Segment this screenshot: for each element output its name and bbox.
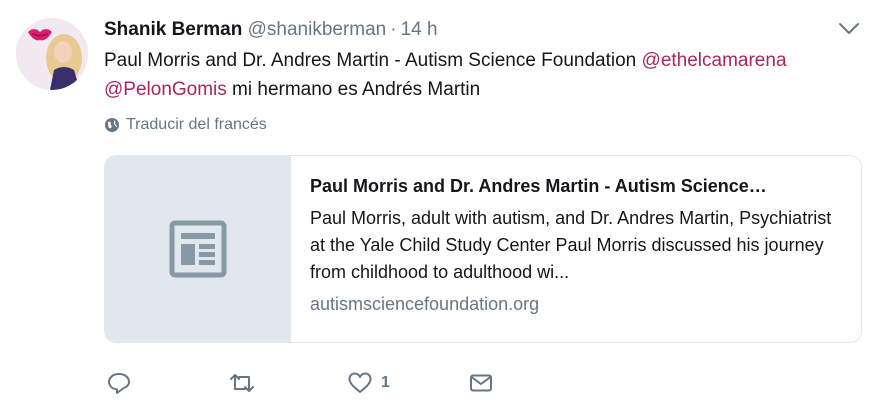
- tweet-actions: 1: [104, 370, 524, 400]
- reply-icon: [108, 373, 130, 394]
- card-title[interactable]: Paul Morris and Dr. Andres Martin - Auti…: [310, 172, 850, 200]
- more-options-button[interactable]: [838, 22, 860, 36]
- chevron-down-icon: [839, 23, 859, 34]
- translate-label: Traducir del francés: [126, 116, 267, 133]
- tweet-text-part2: mi hermano es Andrés Martin: [226, 79, 481, 100]
- card-thumbnail: [105, 156, 291, 342]
- author-name[interactable]: Shanik Berman: [104, 19, 242, 40]
- avatar-image: [16, 18, 88, 90]
- globe-icon: [105, 118, 119, 132]
- like-button[interactable]: 1: [347, 370, 390, 396]
- direct-message-icon: [470, 374, 492, 392]
- link-card[interactable]: Paul Morris and Dr. Andres Martin - Auti…: [104, 155, 862, 343]
- article-icon: [169, 220, 227, 278]
- retweet-icon: [230, 374, 254, 392]
- separator-dot: ·: [390, 19, 397, 40]
- tweet[interactable]: Shanik Berman @shanikberman · 14 h Paul Mo…: [0, 0, 882, 413]
- mention-pelongomis[interactable]: @PelonGomis: [104, 79, 227, 100]
- author-handle[interactable]: @shanikberman: [248, 19, 387, 40]
- mention-ethelcamarena[interactable]: @ethelcamarena: [642, 50, 787, 71]
- tweet-text: Paul Morris and Dr. Andres Martin - Auti…: [104, 46, 874, 104]
- timestamp[interactable]: 14 h: [401, 19, 438, 40]
- retweet-button[interactable]: [228, 370, 256, 396]
- avatar[interactable]: [16, 18, 88, 90]
- tweet-text-part1: Paul Morris and Dr. Andres Martin - Auti…: [104, 50, 642, 71]
- translate-link[interactable]: Traducir del francés: [104, 116, 267, 134]
- reply-button[interactable]: [106, 370, 132, 396]
- card-body: Paul Morris and Dr. Andres Martin - Auti…: [310, 172, 850, 315]
- card-description: Paul Morris, adult with autism, and Dr. …: [310, 208, 832, 282]
- card-domain[interactable]: autismsciencefoundation.org: [310, 294, 850, 315]
- like-icon: [348, 372, 372, 393]
- like-count: 1: [381, 374, 390, 391]
- direct-message-button[interactable]: [468, 370, 494, 396]
- tweet-header: Shanik Berman @shanikberman · 14 h: [104, 18, 438, 42]
